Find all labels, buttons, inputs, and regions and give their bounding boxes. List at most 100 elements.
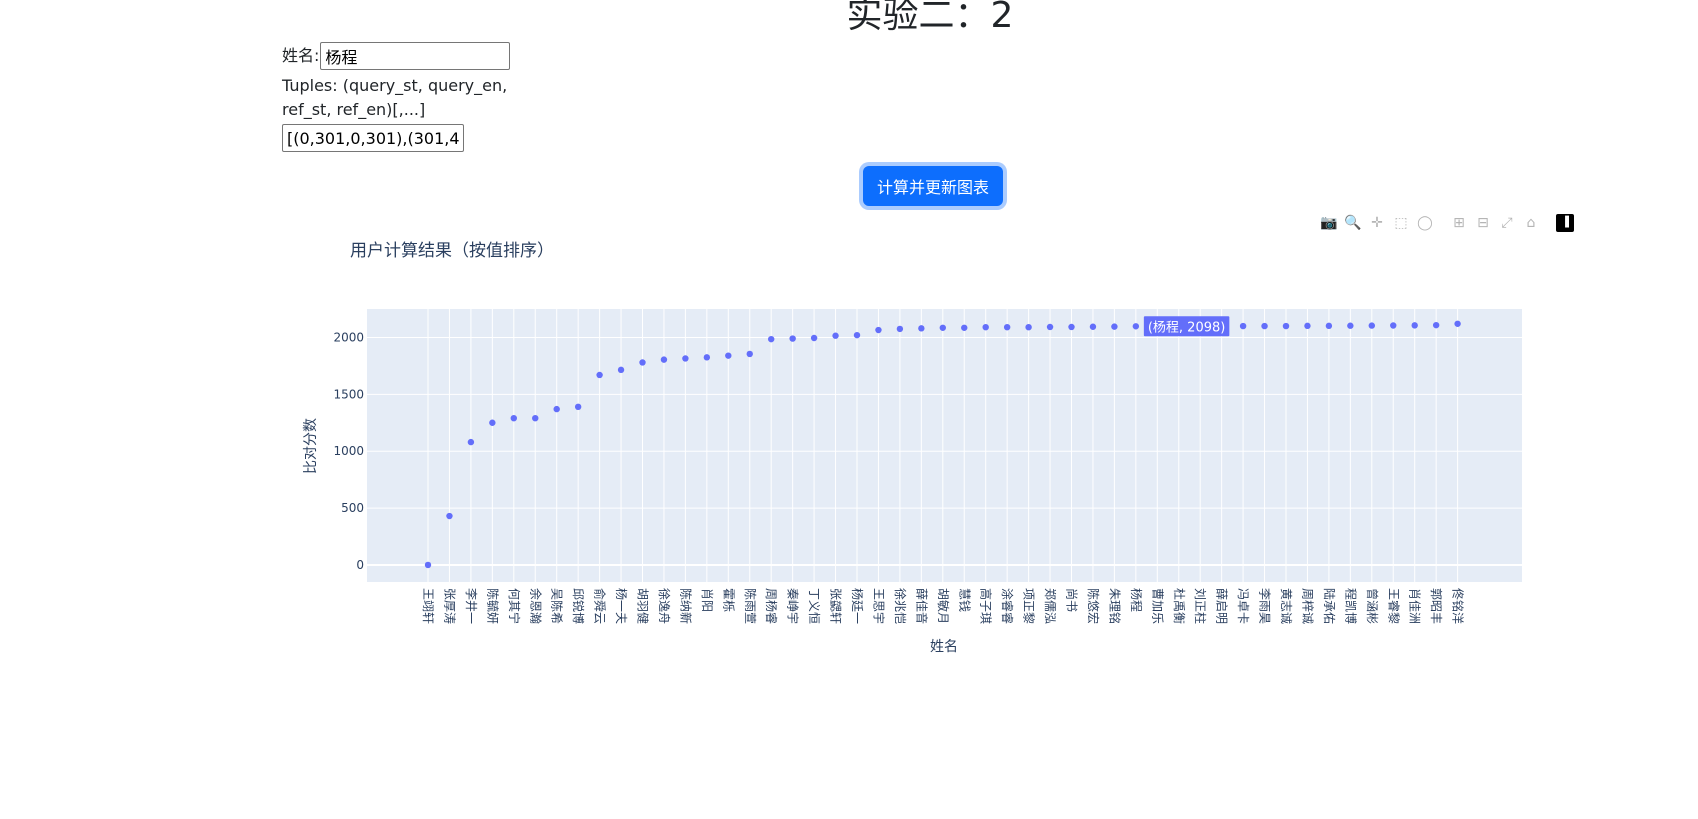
- data-point[interactable]: [1132, 323, 1140, 330]
- data-point[interactable]: [639, 359, 646, 366]
- y-tick-label: 1500: [333, 387, 364, 401]
- x-tick-label: 王翊轩: [421, 588, 436, 624]
- x-tick-label: 李井一: [464, 588, 479, 624]
- data-point[interactable]: [1454, 320, 1461, 327]
- data-point[interactable]: [1046, 323, 1054, 331]
- data-point[interactable]: [875, 326, 882, 334]
- x-tick-label: 周梓诚: [1300, 588, 1315, 624]
- y-tick-label: 1000: [333, 444, 364, 458]
- data-point[interactable]: [1432, 321, 1440, 329]
- data-point[interactable]: [1390, 322, 1397, 329]
- x-tick-label: 张厚涛: [442, 588, 457, 624]
- data-point[interactable]: [1304, 322, 1311, 330]
- data-point[interactable]: [467, 438, 475, 446]
- data-point[interactable]: [918, 325, 925, 332]
- hover-tooltip: (杨程, 2098): [1143, 316, 1230, 337]
- x-tick-label: 陆承佑: [1322, 588, 1337, 624]
- x-tick-label: 曾涵彬: [1365, 588, 1379, 624]
- data-point[interactable]: [1003, 324, 1011, 331]
- x-tick-label: 郭昭丰: [1429, 588, 1443, 624]
- x-tick-label: 陈纳新: [678, 588, 693, 624]
- x-tick-label: 佟铭洋: [1451, 588, 1466, 624]
- x-tick-label: 冯卓卡: [1236, 588, 1250, 624]
- data-point[interactable]: [1368, 322, 1376, 329]
- hover-label: (杨程, 2098): [1148, 320, 1226, 335]
- y-tick-label: 500: [341, 501, 364, 515]
- y-axis-label: 比对分数: [303, 418, 319, 474]
- data-point[interactable]: [1325, 322, 1333, 330]
- x-tick-label: 何其宁: [507, 588, 522, 624]
- data-point[interactable]: [1068, 323, 1075, 331]
- data-point[interactable]: [961, 324, 968, 331]
- data-point[interactable]: [1111, 323, 1118, 330]
- x-tick-label: 黄志诚: [1279, 588, 1293, 624]
- data-point[interactable]: [1025, 324, 1032, 331]
- data-point[interactable]: [510, 415, 517, 422]
- data-point[interactable]: [660, 356, 668, 363]
- data-point[interactable]: [1411, 322, 1418, 329]
- x-tick-label: 吴陈希: [550, 588, 565, 624]
- data-point[interactable]: [1089, 323, 1097, 330]
- x-tick-label: 高子琪: [979, 588, 994, 624]
- data-point[interactable]: [1261, 322, 1268, 330]
- x-tick-label: 肖阳: [700, 588, 714, 612]
- x-tick-label: 薛佳音: [914, 588, 929, 624]
- data-point[interactable]: [553, 405, 560, 413]
- x-tick-label: 杨廷一: [850, 588, 865, 624]
- data-point[interactable]: [617, 366, 625, 374]
- data-point[interactable]: [682, 355, 689, 362]
- x-tick-label: 朱理铭: [1107, 588, 1122, 624]
- x-tick-label: 周杨睿: [764, 588, 779, 624]
- data-point[interactable]: [489, 419, 496, 426]
- data-point[interactable]: [789, 335, 796, 342]
- x-tick-label: 杜禹衡: [1172, 588, 1187, 624]
- x-tick-label: 陈悠宏: [1086, 588, 1101, 624]
- data-point[interactable]: [532, 415, 539, 422]
- x-tick-label: 程凯博: [1343, 588, 1358, 624]
- data-point[interactable]: [810, 334, 818, 342]
- y-tick-label: 0: [356, 558, 364, 572]
- data-point[interactable]: [725, 352, 732, 359]
- x-tick-label: 霍栎: [721, 588, 735, 612]
- data-point[interactable]: [832, 332, 839, 339]
- data-point[interactable]: [853, 331, 861, 339]
- x-tick-label: 项正黎: [1022, 588, 1036, 624]
- x-tick-label: 余恩瀚: [528, 588, 543, 624]
- x-tick-label: 胡羽健: [636, 588, 650, 624]
- data-point[interactable]: [446, 512, 453, 520]
- data-point[interactable]: [896, 325, 904, 333]
- chart-title: 用户计算结果（按值排序）: [350, 241, 554, 261]
- x-tick-label: 肖佳洲: [1408, 588, 1422, 624]
- data-point[interactable]: [1282, 322, 1290, 330]
- x-tick-label: 尚书: [1065, 588, 1079, 612]
- x-tick-label: 杨一夫: [614, 588, 629, 624]
- x-tick-label: 徐逸舟: [657, 588, 672, 624]
- data-point[interactable]: [1347, 322, 1354, 329]
- plot-area[interactable]: [367, 309, 1522, 582]
- x-tick-label: 杨程: [1129, 588, 1144, 612]
- x-tick-label: 胡敏月: [936, 588, 951, 624]
- x-axis-label: 姓名: [930, 639, 958, 655]
- x-tick-label: 俞舜云: [593, 588, 608, 624]
- x-tick-label: 慧钱: [957, 588, 972, 612]
- x-tick-label: 秦峥宇: [786, 588, 800, 624]
- x-tick-label: 薛启明: [1215, 588, 1229, 624]
- data-point[interactable]: [768, 335, 775, 343]
- data-point[interactable]: [596, 371, 603, 379]
- data-point[interactable]: [1239, 322, 1247, 330]
- data-point[interactable]: [703, 354, 711, 361]
- data-point[interactable]: [574, 403, 582, 411]
- data-point[interactable]: [982, 324, 989, 331]
- data-point[interactable]: [746, 350, 753, 358]
- x-tick-label: 陈毓妍: [485, 588, 500, 624]
- data-point[interactable]: [424, 561, 432, 569]
- x-tick-label: 王睿黎: [1386, 588, 1401, 624]
- y-tick-labels: 0 500 1000 1500 2000: [333, 330, 364, 572]
- x-tick-label: 郑儒泓: [1043, 588, 1058, 624]
- x-tick-label: 邱锐博: [571, 588, 586, 624]
- data-point[interactable]: [939, 324, 946, 331]
- scatter-chart: 用户计算结果（按值排序） 0500100015002000 王翊轩 张厚涛 李井一陈…: [303, 241, 1522, 655]
- x-tick-label: 陈雨萱: [743, 588, 758, 624]
- x-tick-label: 涂睿睿: [1000, 588, 1015, 624]
- y-tick-label: 2000: [333, 330, 364, 344]
